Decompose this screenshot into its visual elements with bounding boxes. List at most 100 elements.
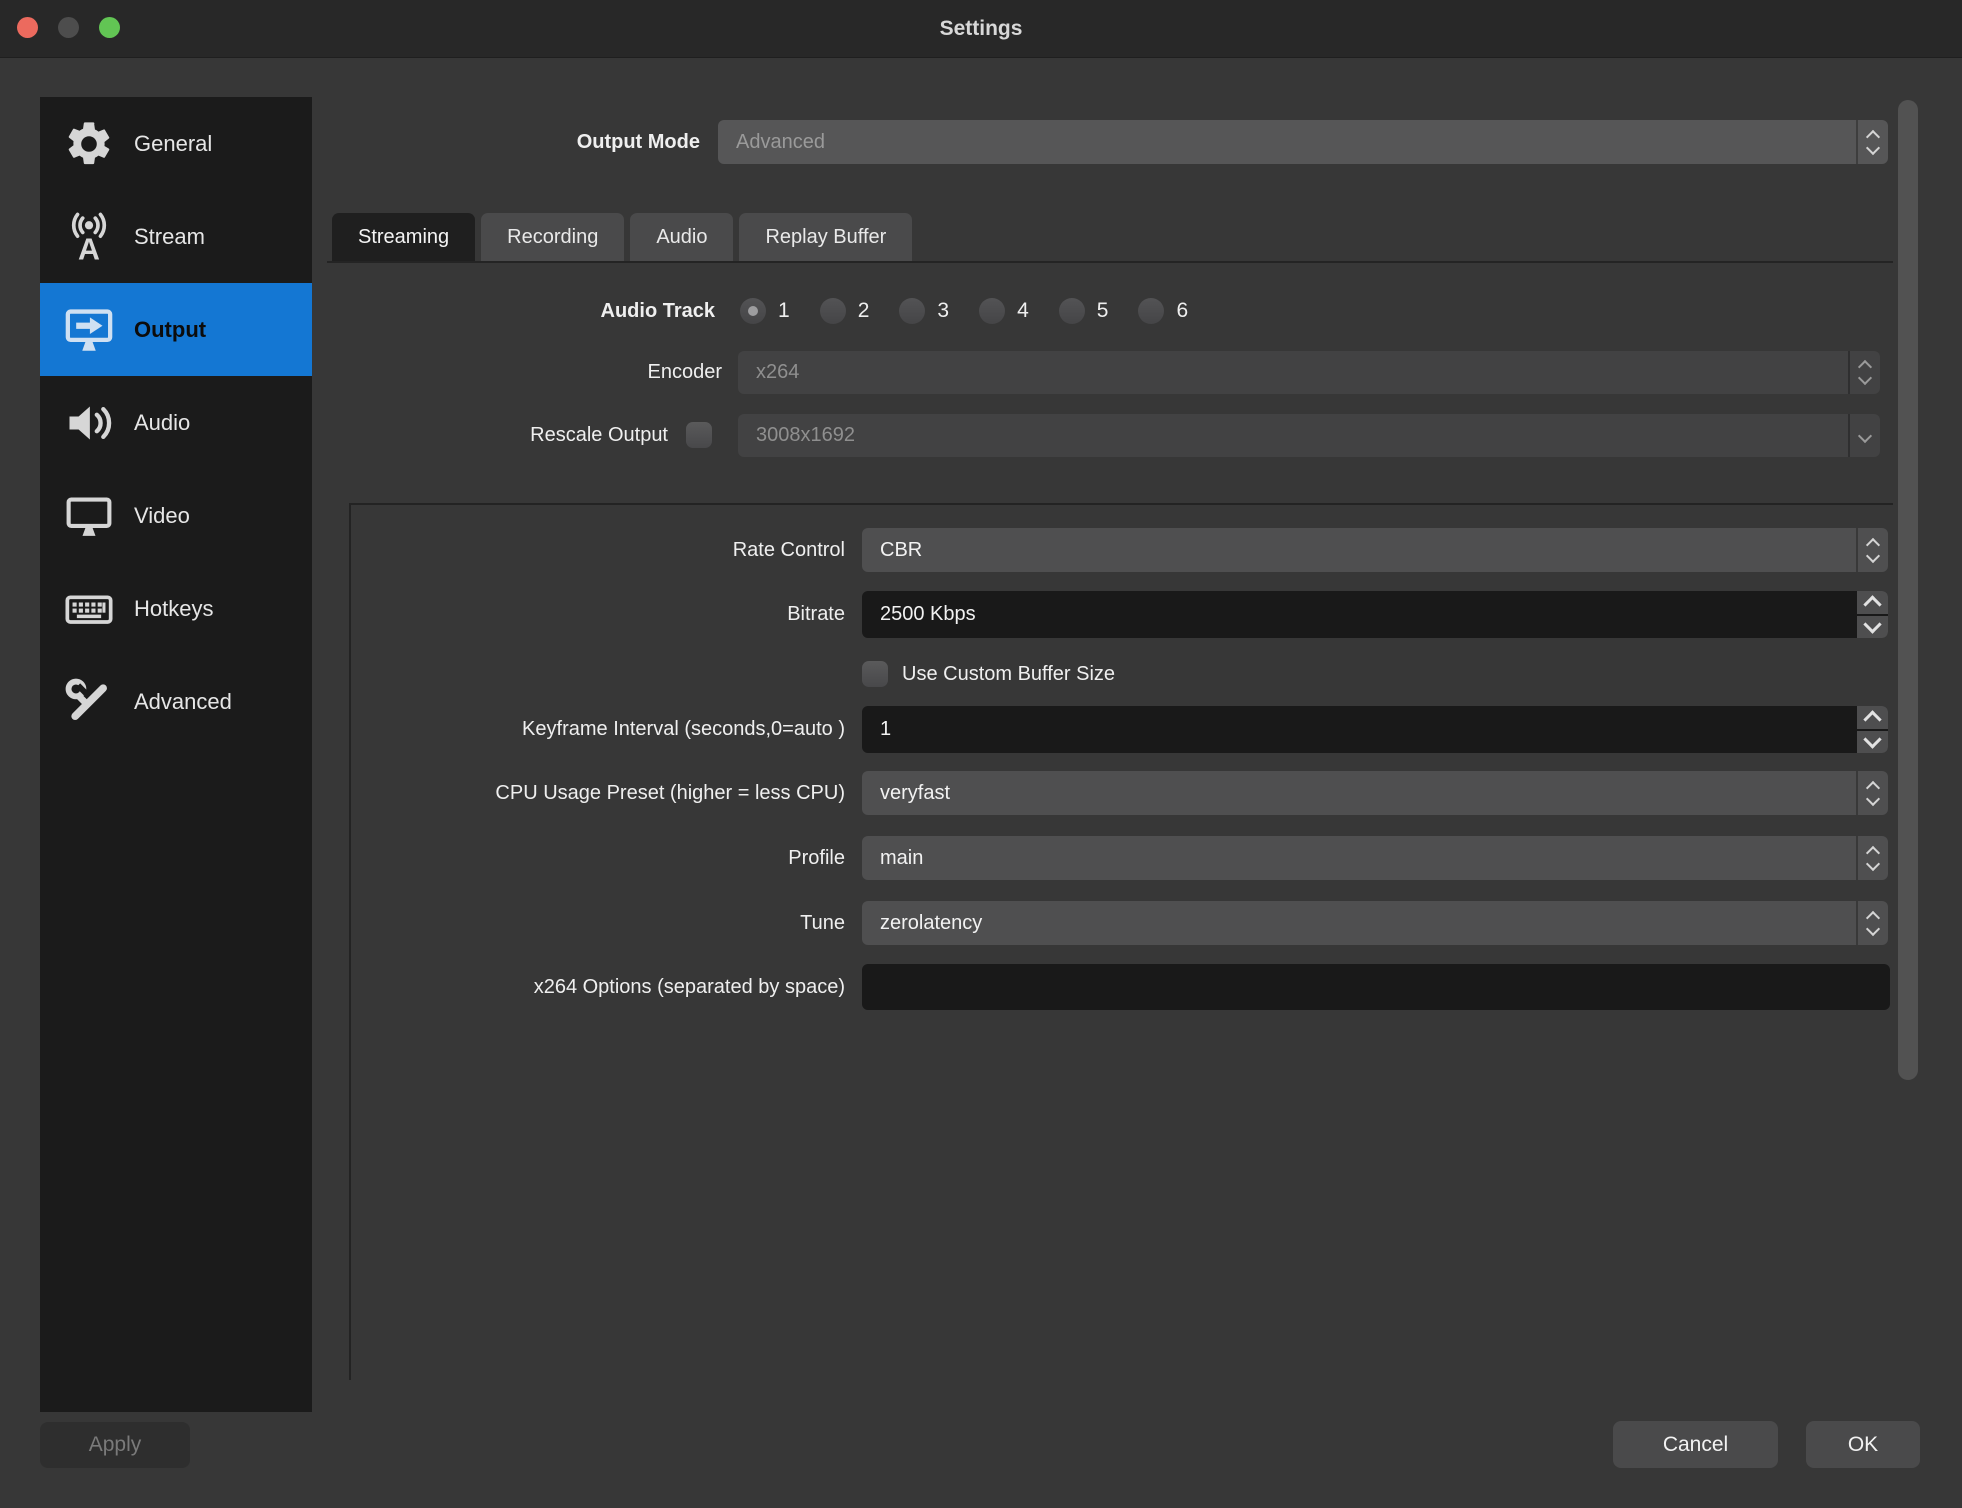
chevron-down-icon [1866,921,1880,935]
chevron-down-icon [1866,791,1880,805]
tab-audio[interactable]: Audio [630,213,733,262]
sidebar-item-stream[interactable]: A Stream [40,190,312,283]
radio-icon [740,298,766,324]
encoder-select[interactable]: x264 [738,351,1880,394]
chevron-down-icon [1858,371,1872,385]
audio-track-label: Audio Track [380,298,715,324]
rate-control-label: Rate Control [400,528,845,572]
x264-options-label: x264 Options (separated by space) [370,964,845,1010]
tab-replay-buffer[interactable]: Replay Buffer [739,213,912,262]
window-title: Settings [0,0,1962,57]
tune-select[interactable]: zerolatency [862,901,1888,945]
sidebar-item-hotkeys[interactable]: Hotkeys [40,562,312,655]
audio-track-option-2[interactable]: 2 [820,298,870,324]
chevron-down-icon [1863,731,1881,749]
ok-button[interactable]: OK [1806,1421,1920,1468]
output-mode-select[interactable]: Advanced [718,120,1888,164]
keyframe-interval-spinbox[interactable]: 1 [862,706,1888,753]
profile-stepper[interactable] [1856,836,1888,880]
tab-recording[interactable]: Recording [481,213,624,262]
tune-value: zerolatency [862,901,1856,945]
keyframe-interval-label: Keyframe Interval (seconds,0=auto ) [400,706,845,753]
cancel-button[interactable]: Cancel [1613,1421,1778,1468]
use-custom-buffer-checkbox[interactable] [862,661,888,687]
sidebar-item-output[interactable]: Output [40,283,312,376]
keyframe-interval-value: 1 [862,706,1857,753]
profile-select[interactable]: main [862,836,1888,880]
spin-up-button[interactable] [1857,591,1888,614]
rate-control-stepper[interactable] [1856,528,1888,572]
sidebar-label-hotkeys: Hotkeys [134,596,213,622]
sidebar-item-general[interactable]: General [40,97,312,190]
spin-down-button[interactable] [1857,731,1888,754]
radio-icon [979,298,1005,324]
audio-track-option-6[interactable]: 6 [1138,298,1188,324]
keyframe-spin-buttons [1857,706,1888,753]
x264-options-input[interactable] [862,964,1890,1010]
chevron-up-icon [1863,710,1881,728]
rate-control-value: CBR [862,528,1856,572]
radio-icon [899,298,925,324]
output-mode-label: Output Mode [380,120,700,164]
rescale-output-value: 3008x1692 [738,414,1848,457]
cpu-preset-stepper[interactable] [1856,771,1888,815]
tune-label: Tune [400,901,845,945]
radio-icon [1059,298,1085,324]
tools-icon [60,673,118,731]
speaker-icon [60,394,118,452]
encoder-label: Encoder [380,351,722,394]
chevron-down-icon [1866,140,1880,154]
tab-separator [327,261,1893,263]
svg-text:A: A [78,233,100,263]
cpu-preset-value: veryfast [862,771,1856,815]
keyboard-icon [60,580,118,638]
sidebar-label-audio: Audio [134,410,190,436]
monitor-arrow-icon [60,301,118,359]
sidebar-item-advanced[interactable]: Advanced [40,655,312,748]
apply-button[interactable]: Apply [40,1422,190,1468]
use-custom-buffer-label: Use Custom Buffer Size [902,661,1402,687]
audio-track-radios: 1 2 3 4 5 6 [740,298,1188,324]
spin-up-button[interactable] [1857,706,1888,729]
rescale-output-combobox[interactable]: 3008x1692 [738,414,1880,457]
sidebar-label-output: Output [134,317,206,343]
settings-sidebar: General A Stream Output [40,97,312,1412]
cpu-preset-select[interactable]: veryfast [862,771,1888,815]
output-mode-value: Advanced [718,120,1856,164]
monitor-icon [60,487,118,545]
chevron-down-icon [1858,428,1872,442]
bitrate-value: 2500 Kbps [862,591,1857,638]
rate-control-select[interactable]: CBR [862,528,1888,572]
bitrate-label: Bitrate [400,591,845,638]
audio-track-option-1[interactable]: 1 [740,298,790,324]
sidebar-item-audio[interactable]: Audio [40,376,312,469]
scrollbar-thumb[interactable] [1898,100,1918,1080]
bitrate-spin-buttons [1857,591,1888,638]
gear-icon [60,115,118,173]
settings-window: { "window": { "title": "Settings" }, "co… [0,0,1962,1508]
chevron-down-icon [1866,856,1880,870]
tab-streaming[interactable]: Streaming [332,213,475,262]
broadcast-icon: A [60,208,118,266]
sidebar-label-general: General [134,131,212,157]
bitrate-spinbox[interactable]: 2500 Kbps [862,591,1888,638]
encoder-stepper[interactable] [1848,351,1880,394]
sidebar-label-advanced: Advanced [134,689,232,715]
profile-label: Profile [400,836,845,880]
tune-stepper[interactable] [1856,901,1888,945]
output-mode-stepper[interactable] [1856,120,1888,164]
encoder-value: x264 [738,351,1848,394]
rescale-output-checkbox[interactable] [686,422,712,448]
chevron-down-icon [1866,548,1880,562]
profile-value: main [862,836,1856,880]
audio-track-option-5[interactable]: 5 [1059,298,1109,324]
sidebar-label-stream: Stream [134,224,205,250]
radio-icon [1138,298,1164,324]
spin-down-button[interactable] [1857,616,1888,639]
rescale-output-dropdown[interactable] [1848,414,1880,457]
audio-track-option-3[interactable]: 3 [899,298,949,324]
output-tabs: Streaming Recording Audio Replay Buffer [332,213,912,262]
sidebar-item-video[interactable]: Video [40,469,312,562]
audio-track-option-4[interactable]: 4 [979,298,1029,324]
cpu-preset-label: CPU Usage Preset (higher = less CPU) [370,771,845,815]
